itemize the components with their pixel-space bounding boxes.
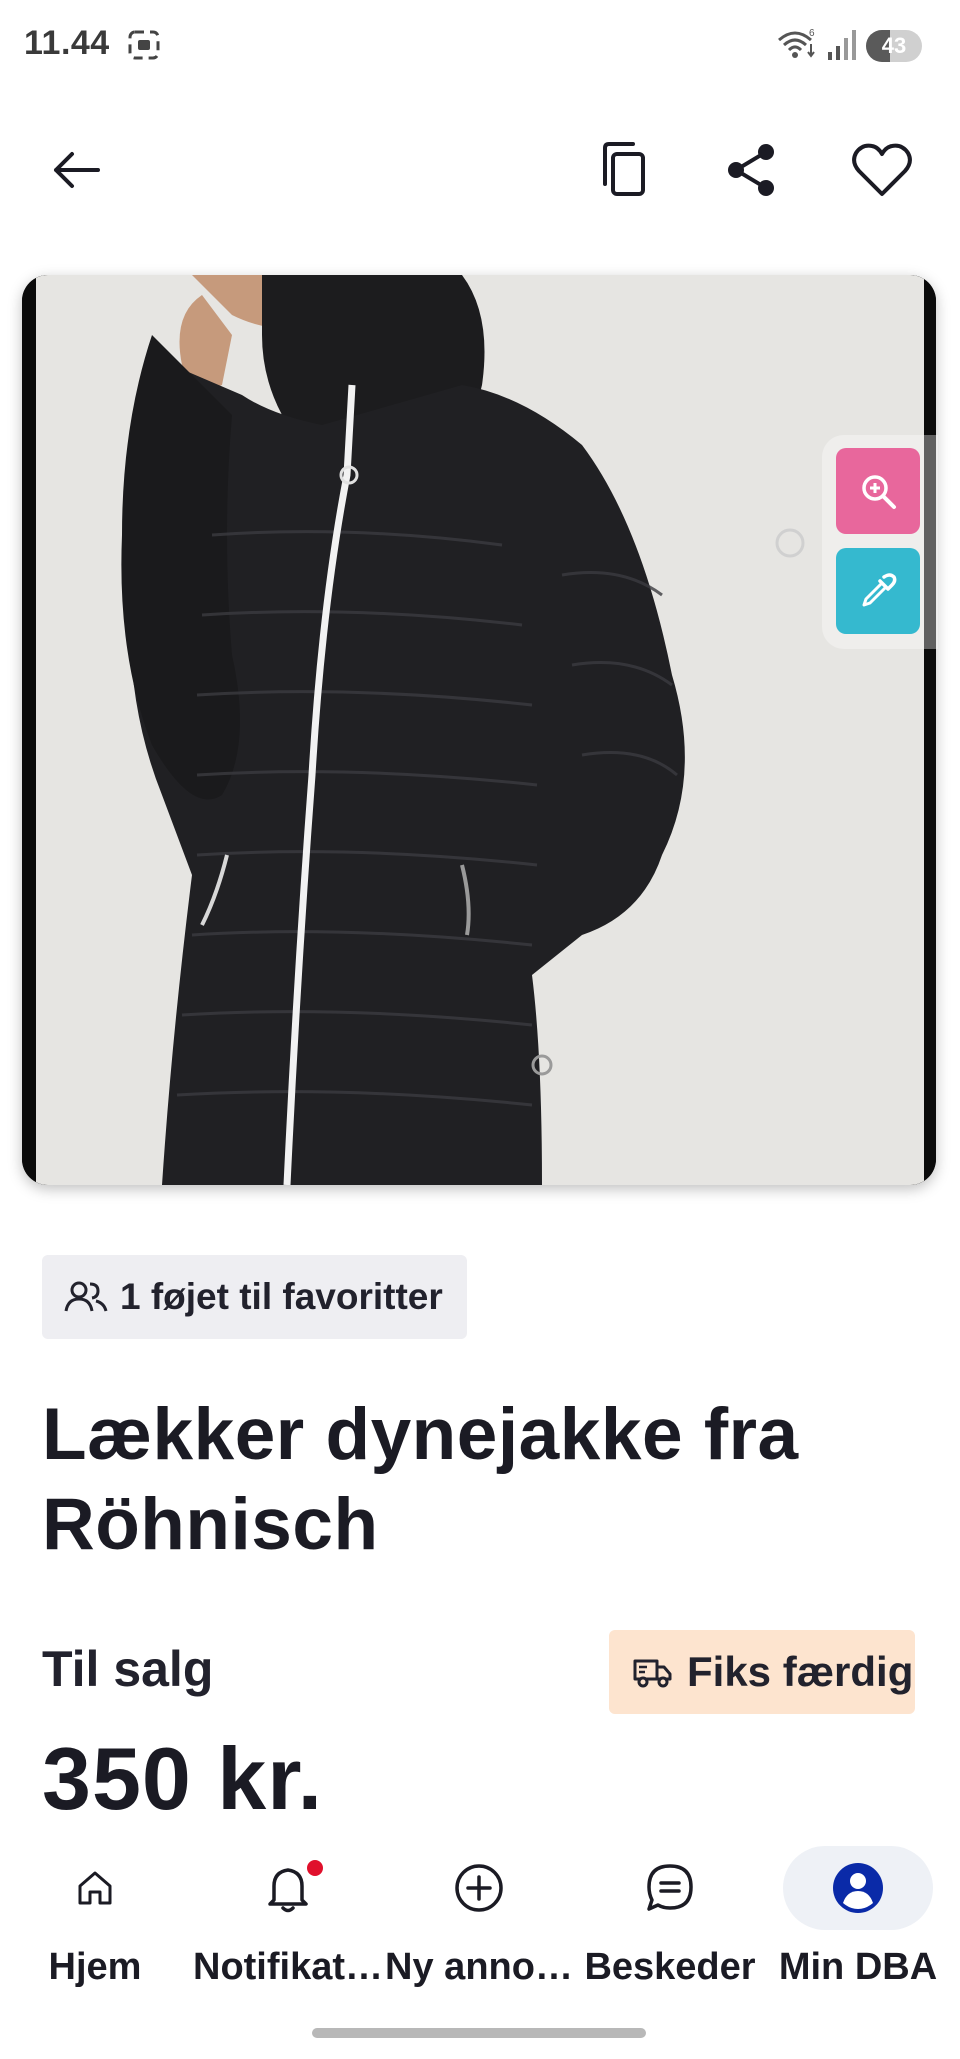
signal-icon [828, 30, 856, 60]
eyedropper-icon [862, 573, 897, 607]
chat-icon [647, 1864, 693, 1911]
nav-notifications-icon-wrap [213, 1846, 363, 1930]
sale-type: Til salg [42, 1641, 214, 1697]
home-indicator[interactable] [312, 2028, 646, 2038]
eyedropper-button[interactable] [836, 548, 920, 634]
users-icon [64, 1281, 108, 1312]
battery-level: 43 [881, 33, 907, 58]
nav-item-home[interactable]: Hjem [20, 1828, 170, 2008]
arrow-left-icon [54, 152, 100, 188]
price: 350 kr. [42, 1729, 324, 1828]
nav-label-messages: Beskeder [584, 1946, 756, 1988]
bell-icon [268, 1868, 308, 1913]
home-icon [78, 1871, 112, 1905]
nav-home-icon-wrap [20, 1846, 170, 1930]
fiks-faerdig-badge[interactable]: Fiks færdig [609, 1630, 915, 1714]
nav-label-my-dba: Min DBA [778, 1946, 938, 1988]
fiks-faerdig-label: Fiks færdig [687, 1648, 914, 1695]
copy-button[interactable] [585, 130, 665, 210]
favorites-count-badge: 1 føjet til favoritter [42, 1255, 467, 1339]
svg-text:6: 6 [809, 28, 815, 39]
nav-item-new-listing[interactable]: Ny anno… [384, 1828, 574, 2008]
listing-image[interactable] [22, 275, 936, 1185]
zoom-button[interactable] [836, 448, 920, 534]
share-icon [728, 144, 774, 196]
plus-circle-icon [455, 1864, 503, 1912]
nav-item-notifications[interactable]: Notifikat… [190, 1828, 386, 2008]
nav-new-listing-icon-wrap [404, 1846, 554, 1930]
back-button[interactable] [36, 130, 116, 210]
share-button[interactable] [712, 130, 792, 210]
status-bar: 11.44 6 43 [0, 0, 960, 92]
wifi-icon: 6 [778, 28, 815, 58]
heart-outline-icon [852, 143, 912, 196]
jacket-photo [22, 275, 936, 1185]
nav-item-messages[interactable]: Beskeder [580, 1828, 760, 2008]
copy-icon [603, 142, 645, 196]
nav-label-home: Hjem [48, 1946, 142, 1988]
nav-item-my-dba[interactable]: Min DBA [776, 1828, 940, 2008]
screenshot-icon [128, 30, 160, 60]
zoom-in-icon [862, 475, 896, 509]
notification-dot [307, 1860, 323, 1876]
nav-label-notifications: Notifikat… [193, 1946, 383, 1988]
nav-label-new-listing: Ny anno… [385, 1946, 573, 1988]
favorites-count-text: 1 føjet til favoritter [120, 1276, 443, 1317]
battery-indicator: 43 [866, 30, 922, 62]
top-app-bar [0, 100, 960, 240]
nav-my-dba-icon-wrap [783, 1846, 933, 1930]
status-time: 11.44 [24, 24, 110, 62]
delivery-truck-icon [633, 1659, 672, 1688]
listing-title: Lækker dynejakke fra Röhnisch [42, 1394, 799, 1565]
favorite-button[interactable] [842, 130, 922, 210]
bottom-navigation: Hjem Notifikat… Ny anno… Beskeder Min DB… [0, 1828, 960, 2059]
nav-messages-icon-wrap [595, 1846, 745, 1930]
user-avatar-icon [833, 1863, 883, 1913]
